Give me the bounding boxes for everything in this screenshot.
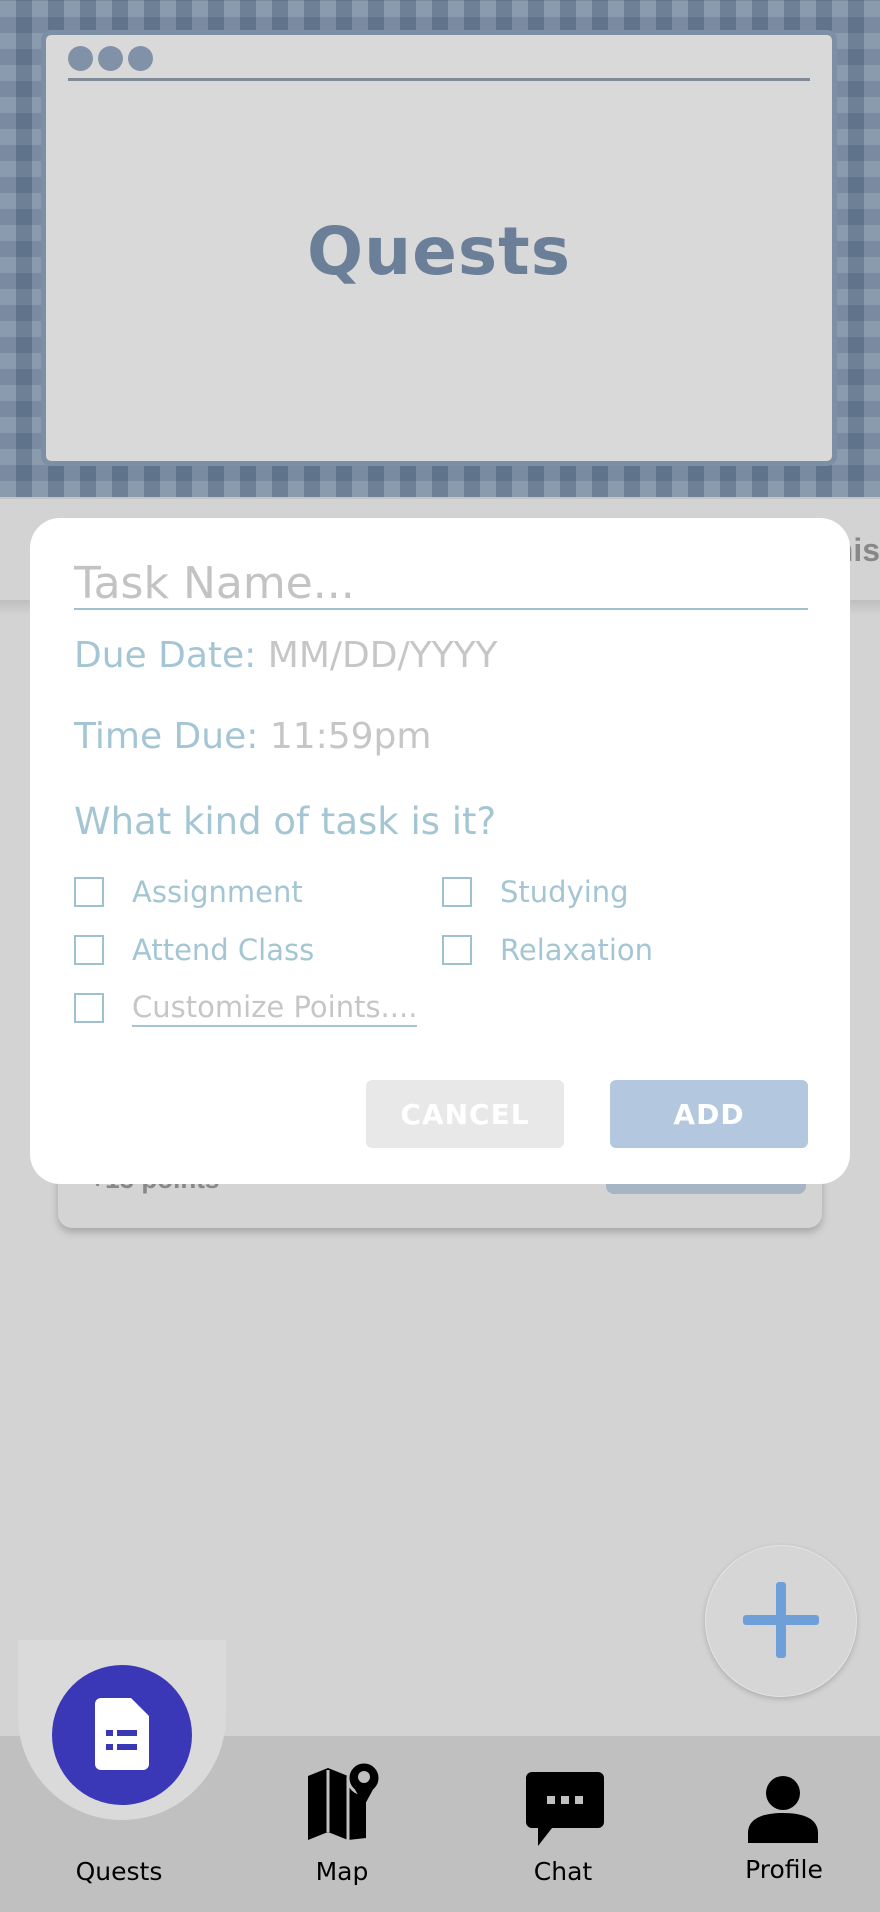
option-label: Attend Class xyxy=(132,933,315,967)
time-due-field[interactable]: Time Due: 11:59pm xyxy=(74,716,431,757)
option-customize-points[interactable]: Customize Points.... xyxy=(74,989,418,1027)
nav-label-chat[interactable]: Chat xyxy=(483,1857,643,1886)
customize-points-input[interactable]: Customize Points.... xyxy=(132,989,418,1027)
option-relaxation[interactable]: Relaxation xyxy=(442,933,653,967)
window-dot-icon xyxy=(68,46,93,71)
time-due-label: Time Due: xyxy=(74,716,259,757)
person-icon[interactable] xyxy=(748,1775,818,1843)
chat-bubble-icon[interactable] xyxy=(526,1772,604,1848)
add-quest-button[interactable] xyxy=(705,1545,857,1697)
due-date-field[interactable]: Due Date: MM/DD/YYYY xyxy=(74,635,498,676)
option-attend-class[interactable]: Attend Class xyxy=(74,933,314,967)
window-dot-icon xyxy=(128,46,153,71)
checkbox[interactable] xyxy=(442,877,472,907)
checkbox[interactable] xyxy=(74,993,104,1023)
option-label: Relaxation xyxy=(500,933,654,967)
checkbox[interactable] xyxy=(74,935,104,965)
checkbox[interactable] xyxy=(74,877,104,907)
document-list-icon xyxy=(95,1698,149,1770)
nav-label-quests[interactable]: Quests xyxy=(39,1857,199,1886)
task-name-input[interactable] xyxy=(74,558,808,610)
map-pin-icon[interactable] xyxy=(308,1760,382,1840)
option-label: Assignment xyxy=(132,875,303,909)
due-date-label: Due Date: xyxy=(74,635,257,676)
option-assignment[interactable]: Assignment xyxy=(74,875,303,909)
time-due-value: 11:59pm xyxy=(269,716,432,757)
nav-item-quests[interactable] xyxy=(52,1665,192,1805)
header-banner: Quests xyxy=(0,0,880,497)
task-type-question: What kind of task is it? xyxy=(74,800,497,843)
nav-label-map[interactable]: Map xyxy=(262,1857,422,1886)
window-divider xyxy=(68,78,810,81)
nav-label-profile[interactable]: Profile xyxy=(704,1855,864,1884)
add-task-dialog: Due Date: MM/DD/YYYY Time Due: 11:59pm W… xyxy=(30,518,850,1184)
due-date-value: MM/DD/YYYY xyxy=(267,635,498,676)
cancel-button[interactable]: CANCEL xyxy=(366,1080,564,1148)
checkbox[interactable] xyxy=(442,935,472,965)
header-window: Quests xyxy=(41,30,837,466)
add-button[interactable]: ADD xyxy=(610,1080,808,1148)
option-label: Studying xyxy=(500,875,629,909)
page-title: Quests xyxy=(307,213,571,290)
option-studying[interactable]: Studying xyxy=(442,875,629,909)
window-dot-icon xyxy=(98,46,123,71)
